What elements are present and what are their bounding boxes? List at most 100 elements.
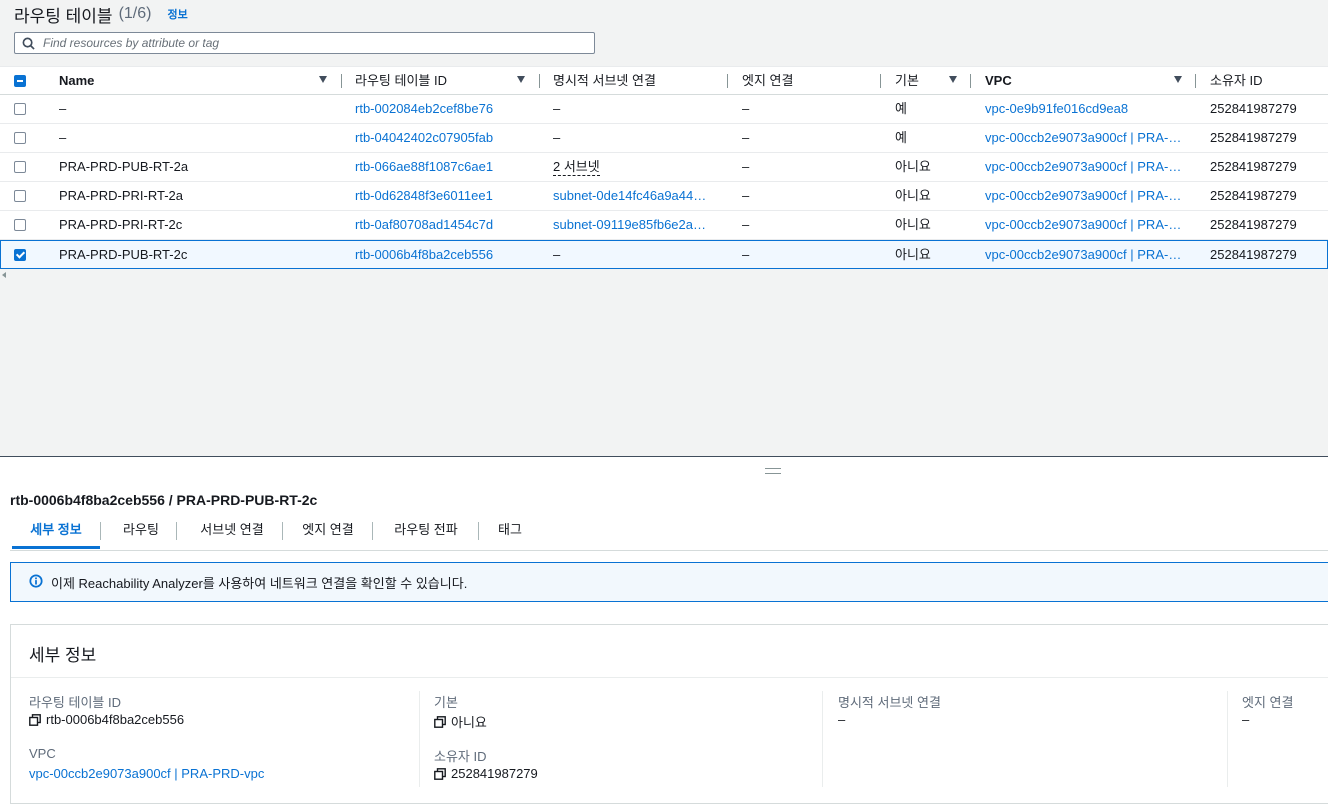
cell-rtb-id-link[interactable]: rtb-066ae88f1087c6ae1 [355,153,535,181]
cell-name: PRA-PRD-PUB-RT-2c [59,247,188,262]
details-card: 세부 정보 라우팅 테이블 ID rtb-0006b4f8ba2ceb556 V… [10,624,1328,804]
cell-owner: 252841987279 [1210,217,1297,232]
cell-vpc-link[interactable]: vpc-00ccb2e9073a900cf | PRA-… [985,182,1185,210]
cell-name: – [59,101,67,116]
cell-name: PRA-PRD-PRI-RT-2c [59,217,183,232]
cell-rtb-id-link[interactable]: rtb-04042402c07905fab [355,124,535,152]
copy-icon[interactable] [434,715,446,728]
selection-count: (1/6) [118,5,152,22]
column-header-edge[interactable]: 엣지 연결 [742,67,862,95]
tab-subnet-associations[interactable]: 서브넷 연결 [182,516,282,549]
cell-vpc-link[interactable]: vpc-00ccb2e9073a900cf | PRA-… [985,124,1185,152]
select-all-checkbox[interactable] [14,75,26,87]
cell-subnet: – [553,130,561,145]
search-box[interactable] [14,32,595,54]
column-divider[interactable] [970,74,971,88]
table-row[interactable]: PRA-PRD-PUB-RT-2a rtb-066ae88f1087c6ae1 … [0,153,1328,182]
route-table-list-panel: 라우팅 테이블 (1/6) 정보 Name 라우팅 테이블 ID 명시적 서브넷… [0,0,1328,456]
column-divider [1227,691,1228,787]
row-checkbox[interactable] [14,132,26,144]
card-title: 세부 정보 [29,646,97,665]
tab-divider [478,522,479,540]
table-header-row: Name 라우팅 테이블 ID 명시적 서브넷 연결 엣지 연결 기본 VPC … [0,66,1328,95]
table-row[interactable]: PRA-PRD-PRI-RT-2a rtb-0d62848f3e6011ee1 … [0,182,1328,211]
cell-edge: – [742,188,750,203]
cell-vpc-link[interactable]: vpc-00ccb2e9073a900cf | PRA-… [985,241,1185,269]
card-header: 세부 정보 [11,625,1328,678]
sort-caret-icon[interactable] [517,76,525,83]
sort-caret-icon[interactable] [949,76,957,83]
column-header-explicit-subnet[interactable]: 명시적 서브넷 연결 [553,67,713,95]
row-checkbox[interactable] [14,219,26,231]
column-divider[interactable] [727,74,728,88]
info-link[interactable]: 정보 [167,6,187,22]
field-label-vpc: VPC [29,746,56,761]
cell-main: 예 [895,101,907,116]
tab-edge-associations[interactable]: 엣지 연결 [288,516,368,549]
tab-route-propagation[interactable]: 라우팅 전파 [378,516,474,549]
column-header-owner[interactable]: 소유자 ID [1210,67,1320,95]
info-alert: 이제 Reachability Analyzer를 사용하여 네트워크 연결을 … [10,562,1328,602]
column-divider[interactable] [880,74,881,88]
column-divider[interactable] [539,74,540,88]
tab-divider [176,522,177,540]
cell-vpc-link[interactable]: vpc-0e9b91fe016cd9ea8 [985,95,1185,123]
detail-tabs: 세부 정보 라우팅 서브넷 연결 엣지 연결 라우팅 전파 태그 [10,516,1328,551]
cell-edge: – [742,247,750,262]
column-header-main[interactable]: 기본 [895,67,935,95]
tab-divider [282,522,283,540]
table-row[interactable]: – rtb-04042402c07905fab – – 예 vpc-00ccb2… [0,124,1328,153]
tab-divider [100,522,101,540]
cell-subnet[interactable]: 2 서브넷 [553,153,723,181]
cell-vpc-link[interactable]: vpc-00ccb2e9073a900cf | PRA-… [985,153,1185,181]
rtb-id-text: rtb-0006b4f8ba2ceb556 [46,712,185,727]
field-value-edge: – [1242,712,1250,727]
column-header-vpc[interactable]: VPC [985,67,1105,95]
sort-caret-icon[interactable] [1174,76,1182,83]
row-checkbox[interactable] [14,103,26,115]
table-row[interactable]: PRA-PRD-PRI-RT-2c rtb-0af80708ad1454c7d … [0,211,1328,240]
cell-subnet-link[interactable]: subnet-09119e85fb6e2a… [553,211,723,239]
tab-tags[interactable]: 태그 [484,516,536,549]
field-value-main: 아니요 [434,712,487,731]
cell-subnet: – [553,101,561,116]
field-label-rtb-id: 라우팅 테이블 ID [29,695,121,710]
cell-rtb-id-link[interactable]: rtb-002084eb2cef8be76 [355,95,535,123]
column-divider[interactable] [341,74,342,88]
cell-main: 아니요 [895,188,931,203]
cell-edge: – [742,217,750,232]
column-divider[interactable] [1195,74,1196,88]
cell-rtb-id-link[interactable]: rtb-0af80708ad1454c7d [355,211,535,239]
field-label-owner: 소유자 ID [434,749,487,764]
cell-edge: – [742,159,750,174]
sort-caret-icon[interactable] [319,76,327,83]
search-icon [22,37,35,50]
field-value-vpc-link[interactable]: vpc-00ccb2e9073a900cf | PRA-PRD-vpc [29,766,264,781]
resize-handle-icon[interactable] [765,468,781,474]
panel-splitter[interactable] [0,456,1328,457]
tab-routes[interactable]: 라우팅 [106,516,176,549]
column-header-rtb-id[interactable]: 라우팅 테이블 ID [355,67,505,95]
subnet-count-popover[interactable]: 2 서브넷 [553,159,600,176]
cell-rtb-id-link[interactable]: rtb-0006b4f8ba2ceb556 [355,241,535,269]
tab-details[interactable]: 세부 정보 [12,516,100,549]
column-divider [419,691,420,787]
table-row-selected[interactable]: PRA-PRD-PUB-RT-2c rtb-0006b4f8ba2ceb556 … [0,240,1328,269]
cell-edge: – [742,130,750,145]
info-circle-icon [29,574,43,588]
list-header: 라우팅 테이블 (1/6) 정보 [0,0,188,28]
copy-icon[interactable] [434,767,446,780]
cell-owner: 252841987279 [1210,188,1297,203]
table-row[interactable]: – rtb-002084eb2cef8be76 – – 예 vpc-0e9b91… [0,95,1328,124]
cell-subnet-link[interactable]: subnet-0de14fc46a9a44… [553,182,723,210]
search-input[interactable] [41,33,594,53]
cell-vpc-link[interactable]: vpc-00ccb2e9073a900cf | PRA-… [985,211,1185,239]
row-checkbox[interactable] [14,190,26,202]
copy-icon[interactable] [29,713,41,726]
column-header-name[interactable]: Name [59,67,259,95]
cell-rtb-id-link[interactable]: rtb-0d62848f3e6011ee1 [355,182,535,210]
cell-name: PRA-PRD-PRI-RT-2a [59,188,184,203]
scroll-left-arrow-icon[interactable] [2,272,6,278]
row-checkbox[interactable] [14,161,26,173]
row-checkbox-checked[interactable] [14,249,26,261]
